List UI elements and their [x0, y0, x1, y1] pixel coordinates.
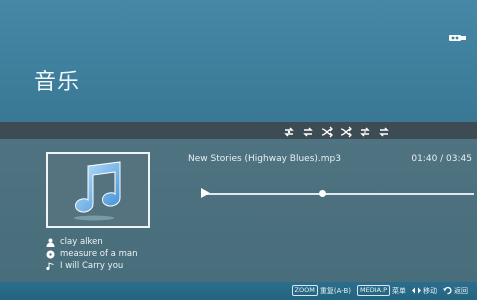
progress-bar[interactable]: [203, 193, 474, 195]
song-title: I will Carry you: [60, 261, 124, 271]
repeat-off-icon[interactable]: [377, 124, 391, 138]
left-right-arrow-icon: [412, 287, 421, 294]
footer-hints: ZOOM 重复(A-B) MEDIA.P 菜单 移动 返回: [0, 282, 477, 300]
artist-name: clay alken: [60, 237, 103, 247]
back-arrow-icon: [443, 286, 452, 295]
control-bar: [0, 122, 477, 139]
track-filename: New Stories (Highway Blues).mp3: [188, 154, 341, 164]
usb-icon: [449, 35, 466, 41]
play-icon[interactable]: [201, 188, 210, 198]
artist-icon: [46, 238, 55, 247]
repeat-all-icon[interactable]: [358, 124, 372, 138]
back-label: 返回: [454, 286, 468, 295]
album-name: measure of a man: [60, 249, 138, 259]
meta-title: I will Carry you: [46, 261, 123, 271]
album-icon: [46, 250, 55, 258]
progress-knob[interactable]: [318, 190, 326, 197]
header: 音乐: [0, 0, 477, 122]
zoom-label: 重复(A-B): [319, 286, 352, 295]
track-time: 01:40 / 03:45: [411, 154, 472, 164]
song-note-icon: [46, 262, 54, 270]
move-label: 移动: [423, 286, 437, 295]
media-hint: MEDIA.P 菜单: [357, 285, 406, 296]
page-title: 音乐: [34, 70, 81, 95]
shuffle-icon[interactable]: [320, 124, 334, 138]
zoom-hint: ZOOM 重复(A-B): [291, 285, 352, 296]
media-label: 菜单: [392, 286, 406, 295]
meta-artist: clay alken: [46, 237, 103, 247]
move-hint: 移动: [412, 286, 437, 296]
repeat-one-icon[interactable]: [282, 124, 296, 138]
media-key: MEDIA.P: [357, 285, 390, 296]
shuffle-repeat-icon[interactable]: [339, 124, 353, 138]
album-art: [46, 152, 150, 228]
zoom-key: ZOOM: [291, 285, 318, 296]
repeat-icon[interactable]: [301, 124, 315, 138]
music-note-icon: [74, 161, 121, 221]
meta-album: measure of a man: [46, 249, 137, 259]
back-hint: 返回: [443, 286, 468, 296]
